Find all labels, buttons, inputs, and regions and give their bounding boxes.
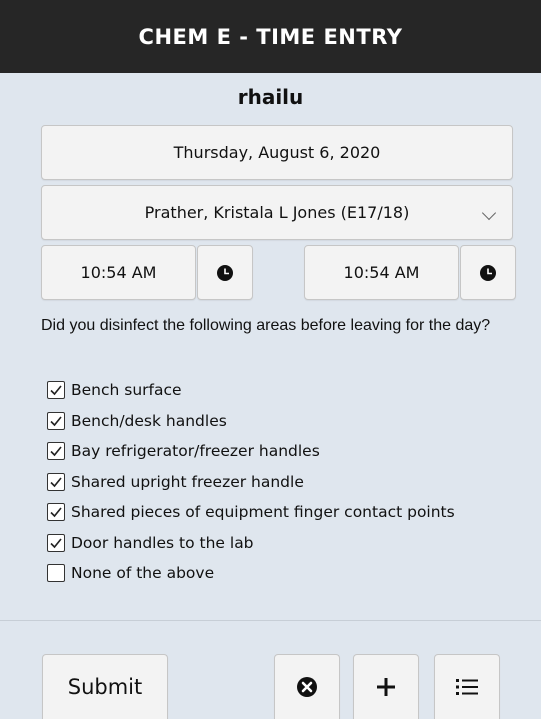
disinfect-checklist: Bench surface Bench/desk handles Bay refri… xyxy=(47,375,455,589)
date-picker-button[interactable]: Thursday, August 6, 2020 xyxy=(41,125,513,180)
username-label: rhailu xyxy=(237,85,304,109)
app-header: CHEM E - TIME ENTRY xyxy=(0,0,541,73)
end-time-clock-button[interactable] xyxy=(460,245,516,300)
clock-icon xyxy=(480,264,496,281)
checklist-label: Shared upright freezer handle xyxy=(71,472,304,491)
list-icon xyxy=(456,679,478,695)
checklist-item[interactable]: Bench surface xyxy=(47,375,455,406)
checkmark-icon xyxy=(50,416,62,426)
supervisor-select[interactable]: Prather, Kristala L Jones (E17/18) xyxy=(41,185,513,240)
date-label: Thursday, August 6, 2020 xyxy=(173,143,381,162)
checklist-item[interactable]: Door handles to the lab xyxy=(47,528,455,559)
checkmark-icon xyxy=(50,507,62,518)
checklist-label: None of the above xyxy=(71,564,215,583)
checkbox[interactable] xyxy=(47,533,65,552)
checklist-item[interactable]: Shared upright freezer handle xyxy=(47,467,455,498)
checklist-label: Door handles to the lab xyxy=(71,533,254,552)
start-time-value: 10:54 AM xyxy=(80,263,157,282)
footer-divider xyxy=(0,620,541,621)
checklist-item[interactable]: None of the above xyxy=(47,558,455,589)
checkmark-icon xyxy=(50,446,62,457)
end-time-value: 10:54 AM xyxy=(343,263,420,282)
checkmark-icon xyxy=(50,538,62,548)
checklist-label: Bench surface xyxy=(71,381,182,400)
checkbox[interactable] xyxy=(47,442,65,461)
checkmark-icon xyxy=(50,385,62,396)
checkbox[interactable] xyxy=(47,503,65,522)
checklist-label: Bay refrigerator/freezer handles xyxy=(71,442,320,461)
checkmark-icon xyxy=(50,477,62,487)
cancel-button[interactable] xyxy=(274,654,340,719)
checkbox[interactable] xyxy=(47,411,65,430)
supervisor-value: Prather, Kristala L Jones (E17/18) xyxy=(144,203,410,222)
submit-button[interactable]: Submit xyxy=(42,654,168,719)
start-time-field[interactable]: 10:54 AM xyxy=(41,245,196,300)
checklist-item[interactable]: Shared pieces of equipment finger contac… xyxy=(47,497,455,528)
disinfect-question: Did you disinfect the following areas be… xyxy=(41,317,491,334)
checklist-label: Bench/desk handles xyxy=(71,411,227,430)
list-button[interactable] xyxy=(434,654,500,719)
checkbox[interactable] xyxy=(47,564,65,583)
cancel-circle-icon xyxy=(297,677,317,697)
add-button[interactable] xyxy=(353,654,419,719)
chevron-down-icon xyxy=(481,205,497,221)
start-time-clock-button[interactable] xyxy=(197,245,253,300)
checkbox[interactable] xyxy=(47,472,65,491)
plus-icon xyxy=(377,678,395,696)
clock-icon xyxy=(217,264,233,281)
checkbox[interactable] xyxy=(47,381,65,400)
checklist-label: Shared pieces of equipment finger contac… xyxy=(71,503,455,522)
submit-label: Submit xyxy=(67,675,143,699)
end-time-field[interactable]: 10:54 AM xyxy=(304,245,459,300)
app-title: CHEM E - TIME ENTRY xyxy=(138,24,403,49)
checklist-item[interactable]: Bench/desk handles xyxy=(47,406,455,437)
checklist-item[interactable]: Bay refrigerator/freezer handles xyxy=(47,436,455,467)
